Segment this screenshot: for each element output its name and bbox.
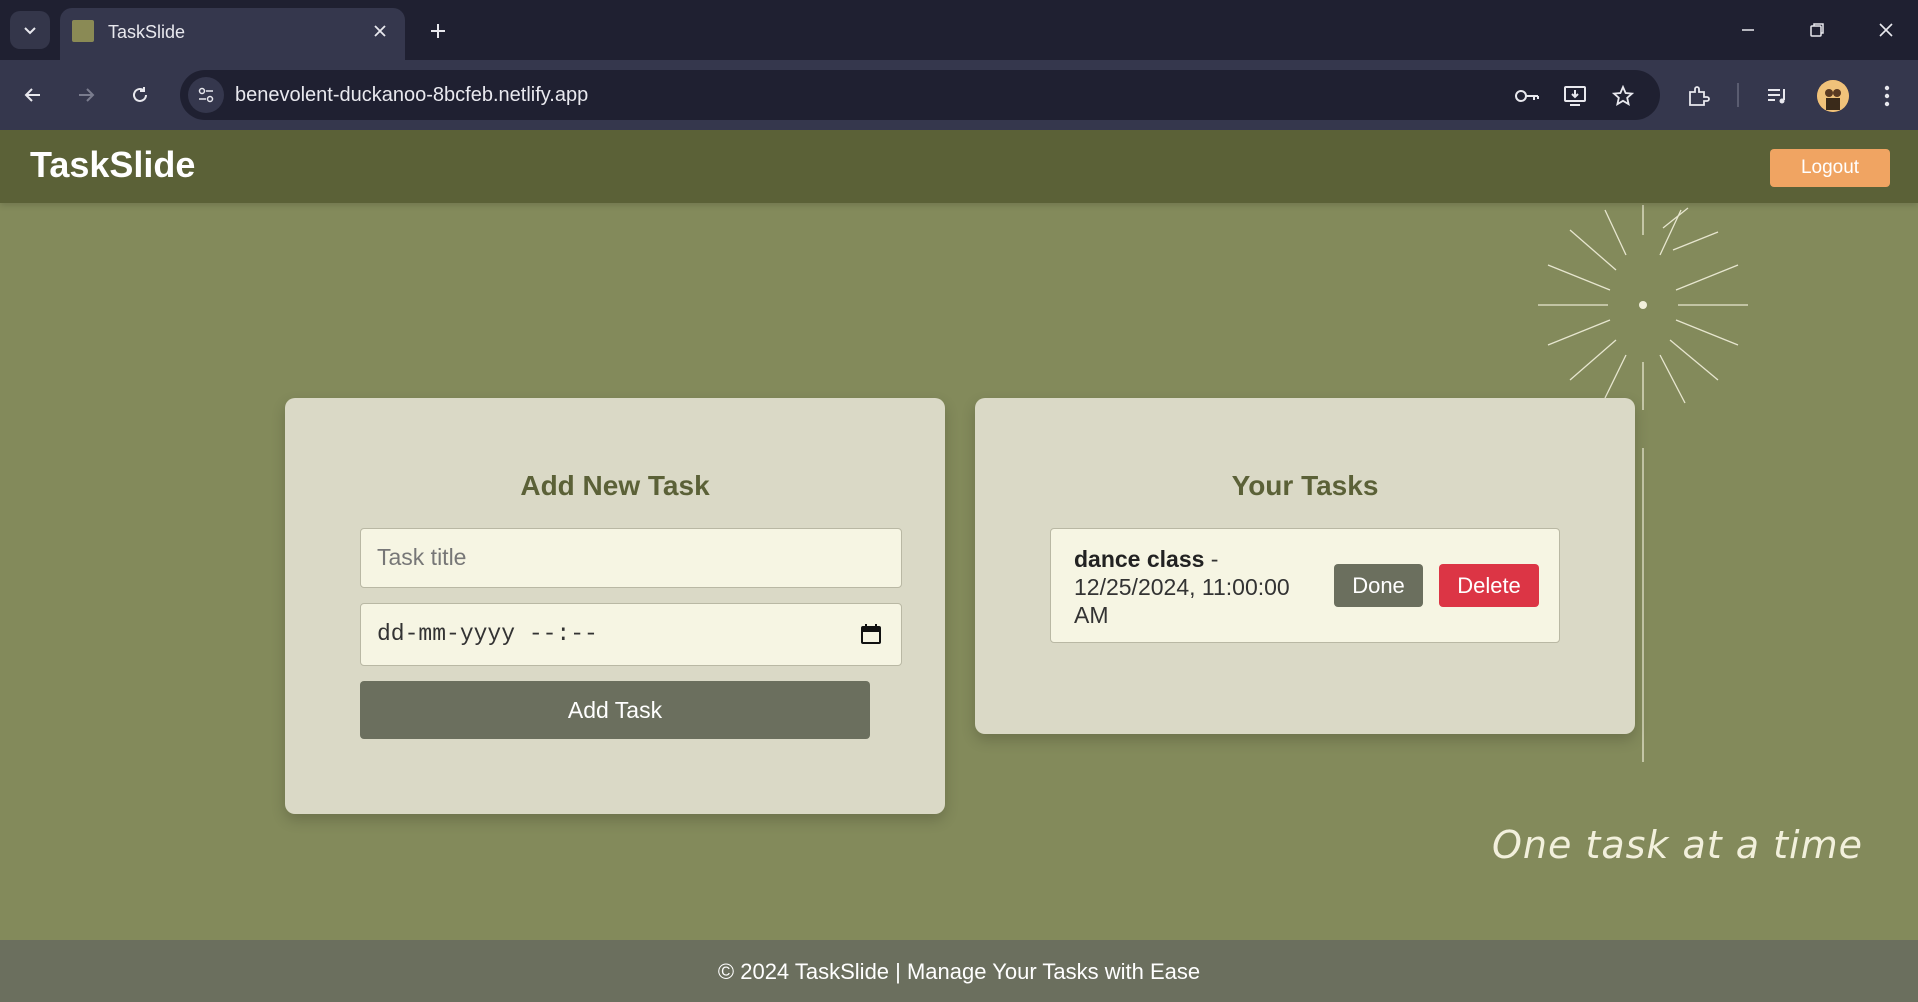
restore-button[interactable] xyxy=(1797,12,1837,48)
footer-text: © 2024 TaskSlide | Manage Your Tasks wit… xyxy=(717,959,1201,984)
browser-toolbar: benevolent-duckanoo-8bcfeb.netlify.app xyxy=(0,60,1918,130)
task-name: dance class xyxy=(1074,546,1205,572)
install-icon xyxy=(1564,86,1586,106)
brand-logo[interactable]: TaskSlide xyxy=(30,144,195,186)
tab-search-button[interactable] xyxy=(10,11,50,49)
datetime-placeholder: dd-mm-yyyy --:-- xyxy=(377,621,598,647)
add-task-heading: Add New Task xyxy=(520,470,710,501)
star-icon xyxy=(1612,85,1634,107)
new-tab-button[interactable] xyxy=(422,15,454,47)
close-icon xyxy=(1879,23,1893,37)
install-app-button[interactable] xyxy=(1560,81,1590,111)
tagline: One task at a time xyxy=(1492,823,1864,867)
task-text: dance class - 12/25/2024, 11:00:00 AM xyxy=(1074,545,1304,629)
add-task-card: Add New Task Task title dd-mm-yyyy --:--… xyxy=(285,398,945,814)
bookmark-button[interactable] xyxy=(1608,81,1638,111)
profile-avatar[interactable] xyxy=(1817,80,1849,112)
task-title-input[interactable]: Task title xyxy=(360,528,902,588)
site-header: TaskSlide Logout xyxy=(0,130,1918,203)
more-vertical-icon xyxy=(1884,85,1890,107)
minimize-button[interactable] xyxy=(1728,12,1768,48)
task-datetime-input[interactable]: dd-mm-yyyy --:-- xyxy=(360,603,902,666)
tune-icon xyxy=(198,87,214,103)
close-tab-button[interactable] xyxy=(369,20,391,42)
task-separator: - xyxy=(1204,546,1219,572)
arrow-left-icon xyxy=(24,88,40,102)
reload-icon xyxy=(133,87,147,102)
tasks-card: Your Tasks dance class - 12/25/2024, 11:… xyxy=(975,398,1635,734)
close-window-button[interactable] xyxy=(1866,12,1906,48)
forward-button[interactable] xyxy=(68,77,104,113)
media-control-button[interactable] xyxy=(1762,80,1794,112)
favicon-icon xyxy=(72,20,94,42)
add-task-button[interactable]: Add Task xyxy=(360,681,870,739)
reload-button[interactable] xyxy=(122,77,158,113)
key-icon xyxy=(1515,90,1539,102)
task-item: dance class - 12/25/2024, 11:00:00 AM Do… xyxy=(1050,528,1560,643)
arrow-right-icon xyxy=(79,88,95,102)
calendar-icon[interactable] xyxy=(859,622,883,646)
playlist-icon xyxy=(1768,89,1785,104)
task-due-date: 12/25/2024, 11:00:00 AM xyxy=(1074,574,1290,628)
logout-button[interactable]: Logout xyxy=(1770,149,1890,187)
close-icon xyxy=(374,25,386,37)
password-key-button[interactable] xyxy=(1512,81,1542,111)
puzzle-icon xyxy=(1689,86,1710,106)
restore-icon xyxy=(1810,23,1824,37)
address-bar[interactable]: benevolent-duckanoo-8bcfeb.netlify.app xyxy=(180,70,1660,120)
browser-tab[interactable]: TaskSlide xyxy=(60,8,405,60)
tasks-heading: Your Tasks xyxy=(1231,470,1379,501)
site-footer: © 2024 TaskSlide | Manage Your Tasks wit… xyxy=(0,940,1918,1002)
browser-menu-button[interactable] xyxy=(1871,80,1903,112)
plus-icon xyxy=(431,24,445,38)
toolbar-divider xyxy=(1737,83,1739,107)
done-button[interactable]: Done xyxy=(1334,564,1423,607)
extensions-button[interactable] xyxy=(1682,80,1714,112)
site-info-button[interactable] xyxy=(188,77,224,113)
url-text: benevolent-duckanoo-8bcfeb.netlify.app xyxy=(235,84,589,106)
web-page: TaskSlide Logout Add New Task Task title… xyxy=(0,130,1918,1002)
minimize-icon xyxy=(1742,29,1754,31)
avatar-icon xyxy=(1817,80,1849,112)
chevron-down-icon xyxy=(24,27,36,35)
tab-title: TaskSlide xyxy=(108,22,186,42)
back-button[interactable] xyxy=(15,77,51,113)
delete-button[interactable]: Delete xyxy=(1439,564,1539,607)
browser-tab-bar: TaskSlide xyxy=(0,0,1918,60)
